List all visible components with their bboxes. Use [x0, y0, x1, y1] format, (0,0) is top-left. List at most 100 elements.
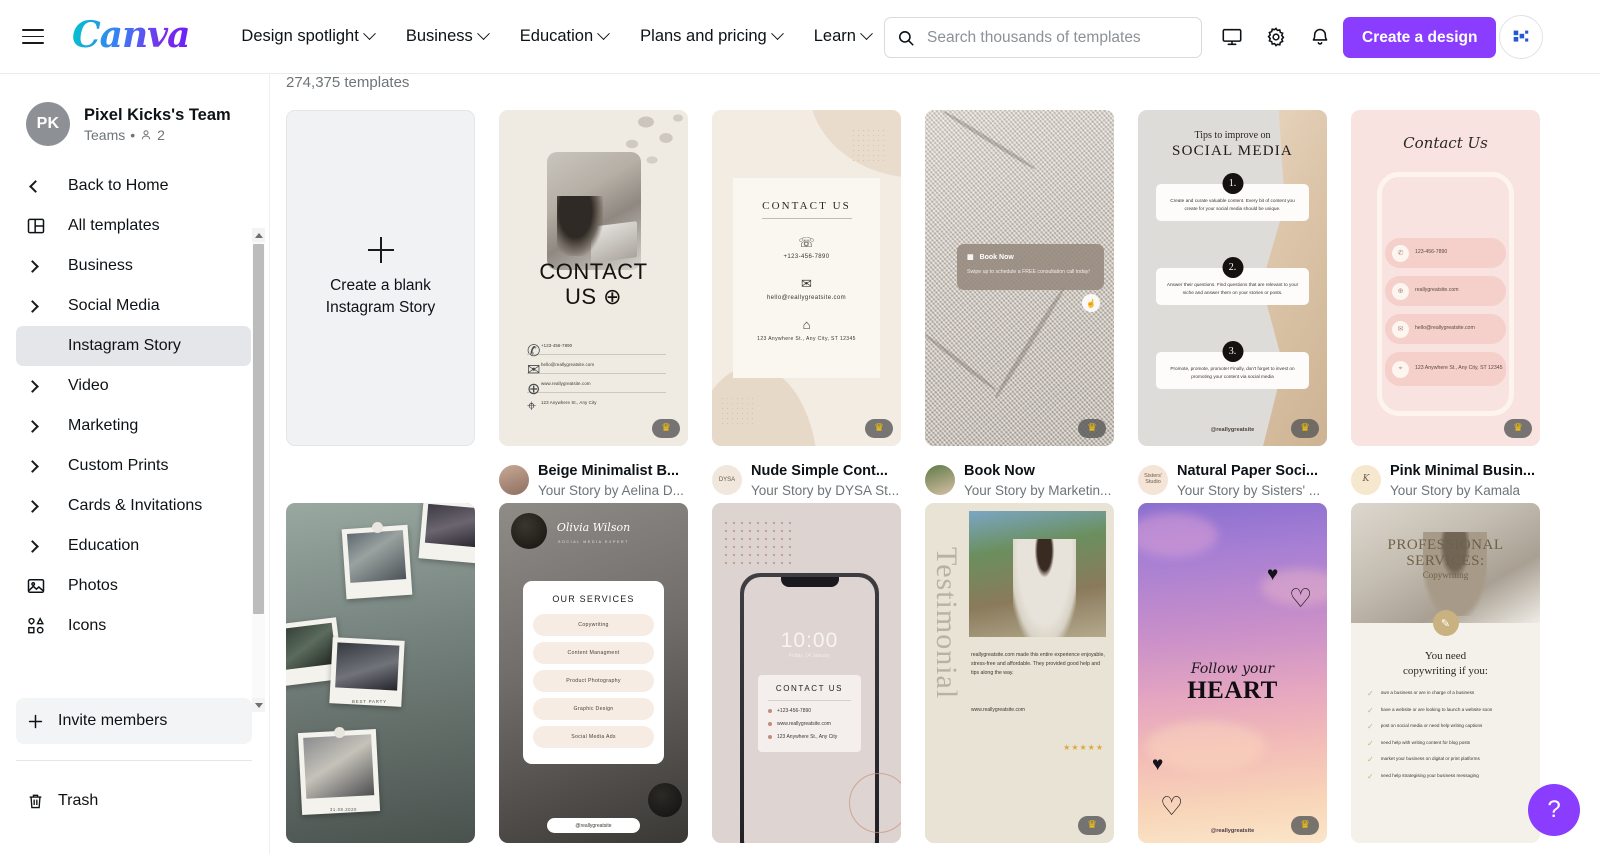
- template-card[interactable]: PROFESSIONAL SERVICES: Copywriting ✎ You…: [1351, 503, 1540, 843]
- member-count: 2: [157, 127, 165, 144]
- sidebar-item-instagram-story[interactable]: Instagram Story: [16, 326, 251, 366]
- template-thumbnail[interactable]: 10:00 Friday, 14 January CONTACT US +123…: [712, 503, 901, 843]
- template-thumbnail[interactable]: Testimonial reallygreatsite.com made thi…: [925, 503, 1114, 843]
- template-meta: K Pink Minimal Busin... Your Story by Ka…: [1351, 457, 1540, 503]
- contact-item: ✆ 123-456-7890: [1385, 238, 1506, 268]
- create-blank-thumbnail[interactable]: Create a blank Instagram Story: [286, 110, 475, 446]
- nav-item-education[interactable]: Education: [504, 19, 624, 54]
- help-button[interactable]: ?: [1528, 784, 1580, 836]
- gear-icon[interactable]: [1256, 17, 1296, 57]
- sidebar-item-back-to-home[interactable]: Back to Home: [16, 166, 251, 206]
- step-text: Create and curate valuable content. Ever…: [1170, 198, 1295, 211]
- sidebar-item-label: All templates: [68, 217, 160, 234]
- template-title: Beige Minimalist B...: [538, 463, 679, 480]
- scrollbar-thumb[interactable]: [253, 244, 264, 614]
- hamburger-menu-icon[interactable]: [22, 24, 48, 50]
- scroll-up-arrow-icon[interactable]: [252, 228, 265, 242]
- template-thumbnail[interactable]: Contact Us ✆ 123-456-7890 ⊕ reallygreats…: [1351, 110, 1540, 446]
- swipe-up-icon: ☝: [1082, 294, 1100, 312]
- search-input[interactable]: [927, 28, 1201, 47]
- scroll-down-arrow-icon[interactable]: [252, 698, 265, 712]
- headline-line1: PROFESSIONAL: [1387, 537, 1504, 553]
- template-thumbnail[interactable]: CONTACT US ⊕ ✆ +123-456-7890 ✉ hello@real…: [499, 110, 688, 446]
- nav-item-plans-and-pricing[interactable]: Plans and pricing: [624, 19, 798, 54]
- sidebar-scrollbar[interactable]: [252, 228, 265, 712]
- template-card[interactable]: Olivia Wilson SOCIAL MEDIA EXPERT OUR SE…: [499, 503, 688, 843]
- sidebar-item-label: Marketing: [68, 417, 139, 434]
- sidebar-item-social-media[interactable]: Social Media: [16, 286, 251, 326]
- template-thumbnail[interactable]: ▦ Book Now Swipe up to schedule a FREE c…: [925, 110, 1114, 446]
- create-blank-card[interactable]: Create a blank Instagram Story: [286, 110, 475, 503]
- user-avatar[interactable]: [1499, 15, 1543, 59]
- sidebar-item-all-templates[interactable]: All templates: [16, 206, 251, 246]
- pixel-kicks-logo-icon: [1513, 30, 1529, 42]
- trash-label: Trash: [58, 792, 99, 809]
- social-handle: @reallygreatsite: [547, 818, 640, 833]
- template-artwork: PROFESSIONAL SERVICES: Copywriting ✎ You…: [1351, 503, 1540, 843]
- sidebar-item-trash[interactable]: Trash: [16, 779, 252, 823]
- photo-icon: [26, 576, 68, 596]
- template-author: Your Story by Aelina D...: [538, 482, 684, 498]
- template-card[interactable]: CONTACT US ⊕ ✆ +123-456-7890 ✉ hello@real…: [499, 110, 688, 503]
- template-thumbnail[interactable]: CONTACT US ☏ +123-456-7890 ✉ hello@reall…: [712, 110, 901, 446]
- team-type-label: Teams: [84, 127, 126, 144]
- template-thumbnail[interactable]: PROFESSIONAL SERVICES: Copywriting ✎ You…: [1351, 503, 1540, 843]
- contact-text: 123-456-7890: [1415, 249, 1448, 256]
- template-card[interactable]: Testimonial reallygreatsite.com made thi…: [925, 503, 1114, 843]
- photo-caption: 31.08.2020: [330, 807, 357, 812]
- sidebar-item-business[interactable]: Business: [16, 246, 251, 286]
- sidebar-item-photos[interactable]: Photos: [16, 566, 251, 606]
- template-thumbnail[interactable]: BEST PARTY 31.08.2020: [286, 503, 475, 843]
- template-thumbnail[interactable]: ♥ ♡ ♥ ♡ Follow your HEART @reallygreatsi…: [1138, 503, 1327, 843]
- monitor-icon[interactable]: [1212, 17, 1252, 57]
- contact-text: 123 Anywhere St., Any City: [777, 734, 838, 740]
- template-card[interactable]: BEST PARTY 31.08.2020: [286, 503, 475, 843]
- template-card[interactable]: Contact Us ✆ 123-456-7890 ⊕ reallygreats…: [1351, 110, 1540, 503]
- bullet-icon: [768, 722, 772, 726]
- mail-icon: ✉: [527, 362, 541, 379]
- template-artwork: CONTACT US ⊕ ✆ +123-456-7890 ✉ hello@real…: [499, 110, 688, 446]
- sidebar-item-custom-prints[interactable]: Custom Prints: [16, 446, 251, 486]
- nav-item-business[interactable]: Business: [390, 19, 504, 54]
- sidebar-item-label: Cards & Invitations: [68, 497, 203, 514]
- team-switcher[interactable]: PK Pixel Kicks's Team Teams • 2: [0, 74, 269, 146]
- team-avatar: PK: [26, 102, 70, 146]
- template-thumbnail[interactable]: Olivia Wilson SOCIAL MEDIA EXPERT OUR SE…: [499, 503, 688, 843]
- contact-row: 123 Anywhere St., Any City: [768, 734, 851, 740]
- template-artwork: Contact Us ✆ 123-456-7890 ⊕ reallygreats…: [1351, 110, 1540, 446]
- globe-icon: ⊕: [527, 381, 541, 398]
- template-artwork: CONTACT US ☏ +123-456-7890 ✉ hello@reall…: [712, 110, 901, 446]
- signature-subtitle: SOCIAL MEDIA EXPERT: [558, 540, 629, 544]
- pin-decoration: [334, 727, 345, 738]
- service-pill: Copywriting: [533, 614, 654, 636]
- canva-logo[interactable]: Canva: [72, 17, 190, 57]
- nav-item-design-spotlight[interactable]: Design spotlight: [225, 19, 389, 54]
- trash-icon: [16, 792, 58, 811]
- template-author: Your Story by Sisters' ...: [1177, 482, 1321, 498]
- branch-shadow: [925, 332, 997, 392]
- template-card[interactable]: 10:00 Friday, 14 January CONTACT US +123…: [712, 503, 901, 843]
- sidebar-item-cards-and-invitations[interactable]: Cards & Invitations: [16, 486, 251, 526]
- bell-icon[interactable]: [1300, 17, 1340, 57]
- contact-text: hello@reallygreatsite.com: [1415, 325, 1475, 332]
- sidebar-item-video[interactable]: Video: [16, 366, 251, 406]
- create-a-design-button[interactable]: Create a design: [1343, 17, 1497, 58]
- template-card[interactable]: ♥ ♡ ♥ ♡ Follow your HEART @reallygreatsi…: [1138, 503, 1327, 843]
- nav-item-learn[interactable]: Learn: [798, 19, 887, 54]
- template-card[interactable]: CONTACT US ☏ +123-456-7890 ✉ hello@reall…: [712, 110, 901, 503]
- contact-block: ☏ +123-456-7890: [783, 236, 829, 260]
- sidebar-item-label: Custom Prints: [68, 457, 169, 474]
- template-card[interactable]: Tips to improve on SOCIAL MEDIA 1. Creat…: [1138, 110, 1327, 503]
- step-number: 3.: [1222, 341, 1243, 362]
- invite-members-button[interactable]: Invite members: [16, 698, 252, 744]
- search-bar[interactable]: [884, 17, 1202, 58]
- template-card[interactable]: ▦ Book Now Swipe up to schedule a FREE c…: [925, 110, 1114, 503]
- contact-row: ✆ +123-456-7890: [527, 336, 666, 360]
- template-thumbnail[interactable]: Tips to improve on SOCIAL MEDIA 1. Creat…: [1138, 110, 1327, 446]
- sidebar-item-marketing[interactable]: Marketing: [16, 406, 251, 446]
- service-pill: Social Media Ads: [533, 726, 654, 748]
- sidebar-item-icons[interactable]: Icons: [16, 606, 251, 646]
- sidebar-item-education[interactable]: Education: [16, 526, 251, 566]
- content-card: CONTACT US ☏ +123-456-7890 ✉ hello@reall…: [733, 178, 880, 378]
- phone-icon: ☏: [798, 235, 815, 250]
